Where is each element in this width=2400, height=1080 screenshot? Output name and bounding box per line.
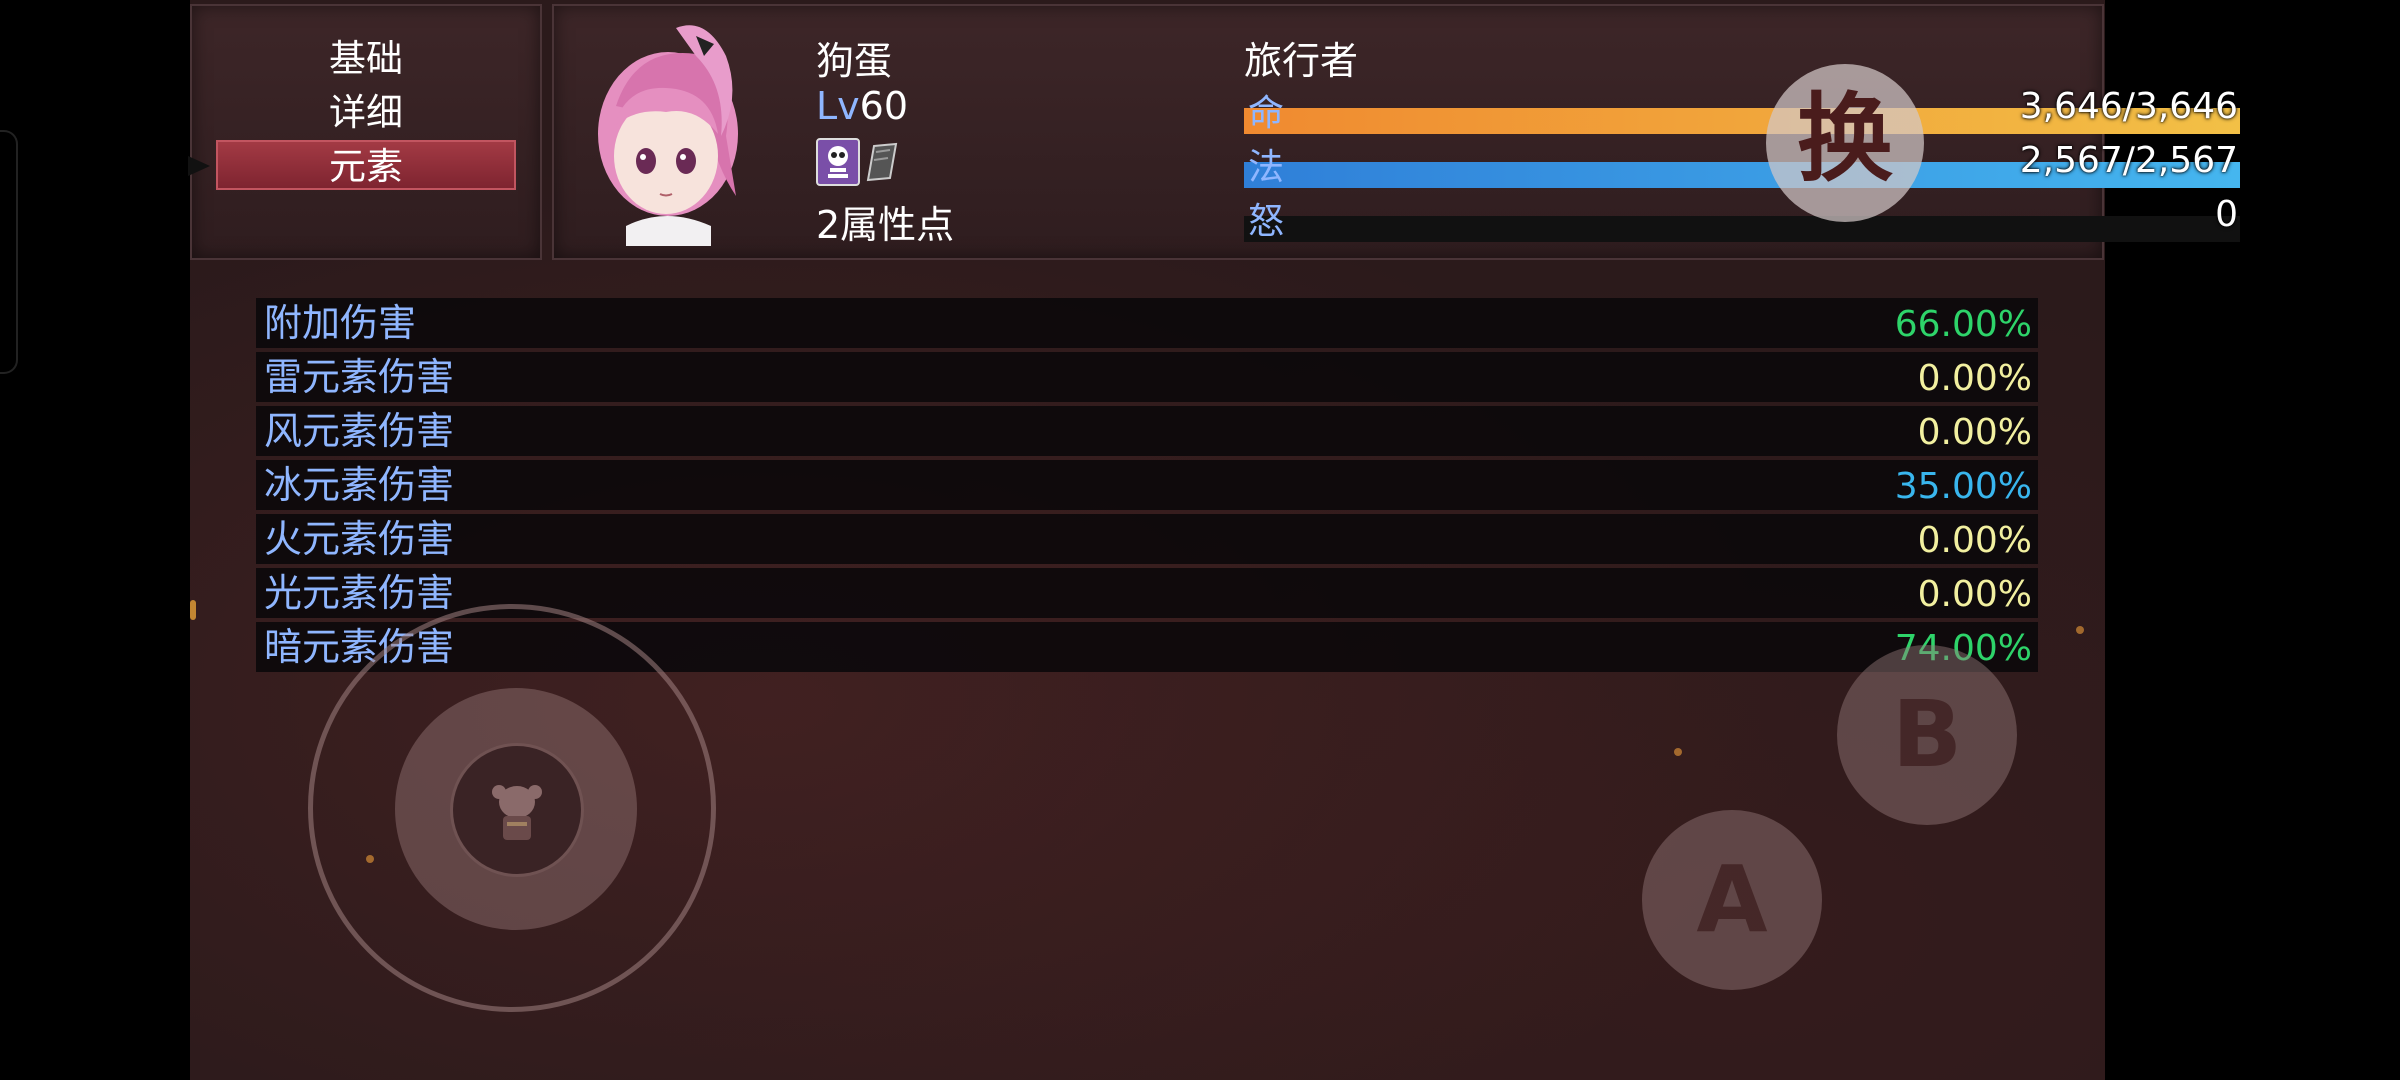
ember-particle	[1674, 748, 1682, 756]
mp-value: 2,567/2,567	[2019, 140, 2238, 181]
attribute-value: 66.00%	[1894, 304, 2032, 345]
attribute-row-thunder-damage: 雷元素伤害 0.00%	[256, 352, 2038, 402]
a-button[interactable]: A	[1642, 810, 1822, 990]
rage-track	[1244, 216, 2240, 242]
attribute-value: 0.00%	[1917, 358, 2032, 399]
attribute-name: 雷元素伤害	[264, 355, 455, 399]
menu-item-basic[interactable]: 基础	[216, 34, 516, 84]
book-icon	[862, 140, 902, 184]
attribute-name: 光元素伤害	[264, 571, 455, 615]
rage-value: 0	[2215, 194, 2238, 235]
mp-label: 法	[1248, 147, 1285, 188]
skull-icon	[816, 138, 860, 186]
ember-particle	[2076, 626, 2084, 634]
attribute-row-ice-damage: 冰元素伤害 35.00%	[256, 460, 2038, 510]
character-name: 狗蛋	[816, 39, 893, 83]
level-value: 60	[859, 84, 909, 128]
attribute-row-wind-damage: 风元素伤害 0.00%	[256, 406, 2038, 456]
virtual-joystick-knob[interactable]	[453, 746, 581, 874]
attribute-points: 2属性点	[816, 203, 955, 247]
hp-gauge: 命 3,646/3,646	[1244, 86, 2240, 136]
character-sprite-icon	[492, 785, 542, 840]
attribute-value: 0.00%	[1917, 520, 2032, 561]
attribute-name: 冰元素伤害	[264, 463, 455, 507]
b-button[interactable]: B	[1837, 645, 2017, 825]
menu-item-detail[interactable]: 详细	[216, 88, 516, 138]
selection-cursor-icon	[188, 156, 210, 176]
attribute-row-fire-damage: 火元素伤害 0.00%	[256, 514, 2038, 564]
attribute-name: 火元素伤害	[264, 517, 455, 561]
character-level: Lv60	[816, 84, 908, 128]
menu-window: 基础 详细 元素	[188, 4, 542, 260]
attribute-name: 附加伤害	[264, 301, 417, 345]
attribute-value: 0.00%	[1917, 412, 2032, 453]
hp-value: 3,646/3,646	[2019, 86, 2238, 127]
mp-gauge: 法 2,567/2,567	[1244, 140, 2240, 190]
character-portrait	[598, 25, 738, 246]
character-class: 旅行者	[1244, 39, 1359, 83]
rage-gauge: 怒 0	[1244, 194, 2240, 244]
attribute-value: 35.00%	[1894, 466, 2032, 507]
level-prefix: Lv	[816, 84, 860, 128]
attribute-value: 0.00%	[1917, 574, 2032, 615]
device-left-bezel	[0, 0, 190, 1080]
rage-label: 怒	[1248, 201, 1285, 242]
swap-button[interactable]: 换	[1766, 64, 1924, 222]
attribute-name: 风元素伤害	[264, 409, 455, 453]
hp-label: 命	[1248, 93, 1285, 134]
attribute-row-additional-damage: 附加伤害 66.00%	[256, 298, 2038, 348]
edge-handle	[0, 130, 18, 374]
ember-particle	[190, 600, 196, 620]
menu-item-element[interactable]: 元素	[216, 140, 516, 190]
game-screen: 基础 详细 元素 狗蛋 旅行者 Lv60 2属性点 命 3,646/3,646 …	[188, 0, 2240, 1080]
